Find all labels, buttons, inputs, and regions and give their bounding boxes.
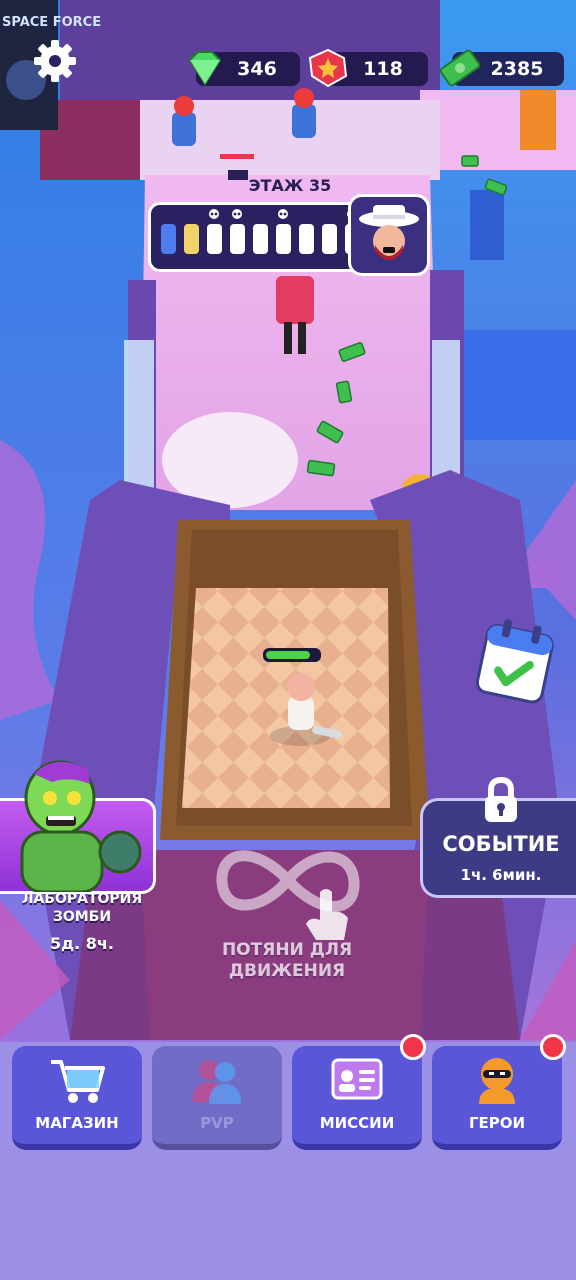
skull-icon: [209, 209, 219, 219]
game-scene[interactable]: SPACE FORCE 346 118 2385 ЭТАЖ 35 ЛАБОРАТ…: [0, 0, 576, 1280]
swipe-hint-text: ПОТЯНИ ДЛЯ ДВИЖЕНИЯ: [221, 940, 353, 981]
ninja-hero-icon: [479, 1058, 515, 1104]
cash-value: 2385: [490, 58, 544, 80]
missions-notification-badge: [400, 1034, 426, 1060]
nav-heroes-button[interactable]: ГЕРОИ: [432, 1046, 562, 1150]
floor-progress-segment: [161, 224, 176, 254]
poster-text: SPACE FORCE: [2, 15, 101, 30]
floor-progress-segment: [276, 224, 291, 254]
nav-shop-button[interactable]: МАГАЗИН: [12, 1046, 142, 1150]
gems-value: 346: [237, 58, 277, 80]
tokens-counter[interactable]: 118: [308, 48, 428, 88]
settings-gear-icon[interactable]: [32, 38, 78, 84]
floor-progress-segment: [230, 224, 245, 254]
zombie-portrait-icon: [0, 752, 150, 894]
id-card-icon: [331, 1058, 383, 1100]
nav-missions-button[interactable]: МИССИИ: [292, 1046, 422, 1150]
floor-progress-segment: [207, 224, 222, 254]
calendar-check-icon[interactable]: [475, 618, 556, 708]
cash-stack-icon: [439, 49, 481, 87]
zombie-lab-label: ЛАБОРАТОРИЯ ЗОМБИ: [21, 891, 143, 925]
gems-counter[interactable]: 346: [188, 51, 300, 86]
zombie-lab-timer: 5д. 8ч.: [50, 934, 114, 953]
shopping-cart-icon: [51, 1060, 105, 1103]
floor-progress-bar: [148, 202, 368, 272]
red-star-token-icon: [308, 48, 348, 88]
heroes-notification-badge: [540, 1034, 566, 1060]
tokens-value: 118: [363, 58, 403, 80]
nav-missions-label: МИССИИ: [319, 1114, 395, 1132]
green-gem-icon: [188, 51, 222, 86]
event-label: СОБЫТИЕ: [442, 832, 560, 856]
nav-pvp-label: PVP: [200, 1114, 234, 1132]
nav-shop-label: МАГАЗИН: [35, 1114, 119, 1132]
floor-progress-segment: [184, 224, 199, 254]
event-timer: 1ч. 6мин.: [460, 866, 542, 884]
floor-progress-segment: [322, 224, 337, 254]
skull-icon: [278, 209, 288, 219]
boss-hat-portrait-icon: [348, 194, 430, 276]
player-health-fill: [266, 651, 310, 659]
floor-title: ЭТАЖ 35: [248, 176, 332, 195]
pvp-icon: [193, 1060, 241, 1104]
nav-pvp-button[interactable]: PVP: [152, 1046, 282, 1150]
cash-counter[interactable]: 2385: [439, 49, 564, 87]
nav-heroes-label: ГЕРОИ: [468, 1114, 526, 1132]
floor-progress-segment: [299, 224, 314, 254]
padlock-icon: [482, 776, 520, 824]
skull-icon: [232, 209, 242, 219]
floor-progress-segment: [253, 224, 268, 254]
